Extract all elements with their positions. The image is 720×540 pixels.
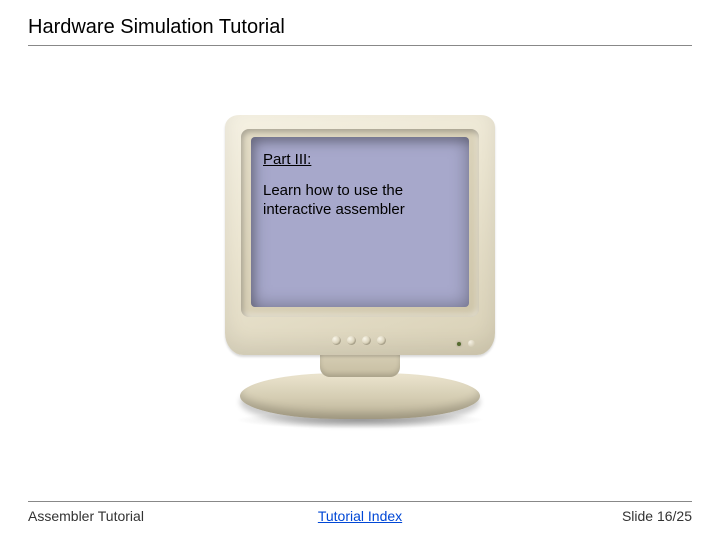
- footer-left-label: Assembler Tutorial: [28, 508, 144, 524]
- crt-monitor-illustration: Part III: Learn how to use the interacti…: [205, 115, 515, 445]
- content-area: Part III: Learn how to use the interacti…: [0, 80, 720, 480]
- power-button-icon: [468, 340, 475, 347]
- monitor-knob-icon: [332, 336, 341, 345]
- monitor-knob-icon: [377, 336, 386, 345]
- part-label: Part III:: [263, 151, 457, 168]
- monitor-base: [240, 373, 480, 419]
- monitor-knob-icon: [362, 336, 371, 345]
- monitor-knob-icon: [347, 336, 356, 345]
- slide: Hardware Simulation Tutorial Part III: L…: [0, 0, 720, 540]
- part-description: Learn how to use the interactive assembl…: [263, 182, 413, 220]
- monitor-knob-row: [332, 336, 386, 345]
- slide-counter: Slide 16/25: [622, 508, 692, 524]
- page-title: Hardware Simulation Tutorial: [28, 16, 692, 46]
- footer: Assembler Tutorial Tutorial Index Slide …: [28, 501, 692, 524]
- monitor-power-panel: [457, 340, 475, 347]
- footer-center: Tutorial Index: [318, 508, 402, 524]
- monitor-body: Part III: Learn how to use the interacti…: [225, 115, 495, 355]
- tutorial-index-link[interactable]: Tutorial Index: [318, 508, 402, 524]
- power-led-icon: [457, 342, 461, 346]
- monitor-screen: Part III: Learn how to use the interacti…: [251, 137, 469, 307]
